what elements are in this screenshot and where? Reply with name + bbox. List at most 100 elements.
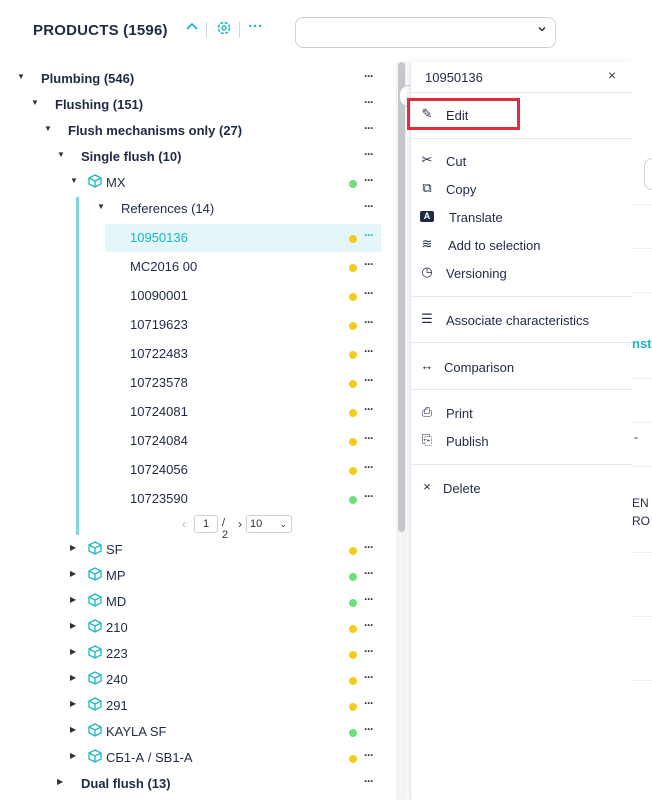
reference-item[interactable]: 10724084 ···	[0, 428, 395, 454]
more-icon[interactable]: ···	[364, 121, 374, 135]
tree-node-flushing[interactable]: ▼ Flushing (151) ···	[0, 92, 395, 118]
caret-down-icon[interactable]: ▼	[57, 150, 65, 159]
tree-node-dual-flush[interactable]: ▶ Dual flush (13) ···	[0, 771, 395, 797]
more-icon[interactable]: ···	[364, 315, 374, 329]
more-icon[interactable]: ···	[364, 173, 374, 187]
reference-item[interactable]: MC2016 00 ···	[0, 254, 395, 280]
caret-down-icon[interactable]: ▼	[17, 72, 25, 81]
partial-text: RO	[632, 514, 650, 528]
more-icon[interactable]: ···	[364, 69, 374, 83]
menu-item-copy[interactable]: ⧉ Copy	[411, 176, 633, 202]
tree-node-model[interactable]: ▶ KAYLA SF ···	[0, 719, 395, 745]
per-page-select[interactable]: 10 ⌄	[246, 515, 292, 533]
more-icon[interactable]: ···	[364, 257, 374, 271]
tree-node-model[interactable]: ▶ 240 ···	[0, 667, 395, 693]
menu-item-associate-characteristics[interactable]: ☰ Associate characteristics	[411, 307, 633, 333]
more-icon[interactable]: ···	[364, 644, 374, 658]
menu-item-cut[interactable]: ✂ Cut	[411, 148, 633, 174]
more-icon[interactable]: ···	[364, 566, 374, 580]
more-icon[interactable]: ···	[364, 618, 374, 632]
cube-icon	[88, 174, 102, 191]
chevron-left-icon[interactable]: ‹	[182, 517, 186, 531]
menu-item-comparison[interactable]: ↔ Comparison	[411, 354, 633, 380]
gear-icon[interactable]	[216, 20, 232, 42]
divider	[632, 680, 652, 681]
more-icon[interactable]: ···	[364, 592, 374, 606]
reference-item[interactable]: 10090001 ···	[0, 283, 395, 309]
caret-down-icon[interactable]: ▼	[31, 98, 39, 107]
more-icon[interactable]: ···	[364, 402, 374, 416]
more-icon[interactable]: ···	[364, 460, 374, 474]
tree-node-model[interactable]: ▶ СБ1-А / SB1-A ···	[0, 745, 395, 771]
more-icon[interactable]: ···	[364, 431, 374, 445]
tree-node-plumbing[interactable]: ▼ Plumbing (546) ···	[0, 66, 395, 92]
tree-node-model[interactable]: ▶ MP ···	[0, 563, 395, 589]
more-icon[interactable]: ···	[364, 147, 374, 161]
more-icon[interactable]: ···	[364, 670, 374, 684]
reference-item[interactable]: 10950136 ···	[0, 224, 395, 252]
menu-item-publish[interactable]: ⎘ Publish	[411, 428, 633, 454]
caret-right-icon[interactable]: ▶	[57, 777, 63, 786]
more-icon[interactable]: ···	[364, 373, 374, 387]
copy-icon: ⧉	[422, 180, 432, 195]
menu-item-translate[interactable]: A Translate	[411, 204, 633, 230]
tree-node-flush-mechanisms[interactable]: ▼ Flush mechanisms only (27) ···	[0, 118, 395, 144]
reference-item[interactable]: 10724056 ···	[0, 457, 395, 483]
caret-right-icon[interactable]: ▶	[70, 725, 76, 734]
tree-node-references[interactable]: ▼ References (14) ···	[0, 196, 395, 222]
reference-label: 10950136	[130, 230, 188, 245]
caret-down-icon[interactable]: ▼	[70, 176, 78, 185]
more-icon[interactable]: ···	[364, 748, 374, 762]
caret-right-icon[interactable]: ▶	[70, 595, 76, 604]
tree-node-model[interactable]: ▶ 223 ···	[0, 641, 395, 667]
more-icon[interactable]: ···	[364, 344, 374, 358]
tree-node-model[interactable]: ▶ SF ···	[0, 537, 395, 563]
more-icon[interactable]: ···	[364, 540, 374, 554]
more-icon[interactable]: ···	[364, 774, 374, 788]
layers-icon: ≋	[421, 236, 433, 251]
tree-node-single-flush[interactable]: ▼ Single flush (10) ···	[0, 144, 395, 170]
divider	[411, 296, 633, 297]
tree-node-model[interactable]: ▶ 291 ···	[0, 693, 395, 719]
ellipsis-icon[interactable]: ···	[248, 17, 263, 37]
caret-right-icon[interactable]: ▶	[70, 569, 76, 578]
more-icon[interactable]: ···	[364, 722, 374, 736]
reference-item[interactable]: 10724081 ···	[0, 399, 395, 425]
status-dot	[349, 625, 357, 633]
page-input[interactable]: 1	[194, 515, 218, 533]
tree-scrollbar-thumb[interactable]	[398, 62, 405, 532]
more-icon[interactable]: ···	[364, 95, 374, 109]
tree-node-model[interactable]: ▶ MD ···	[0, 589, 395, 615]
chevron-right-icon[interactable]: ›	[238, 517, 242, 531]
reference-item[interactable]: 10722483 ···	[0, 341, 395, 367]
more-icon[interactable]: ···	[364, 489, 374, 503]
reference-label: 10724081	[130, 404, 188, 419]
caret-right-icon[interactable]: ▶	[70, 673, 76, 682]
menu-item-add-to-selection[interactable]: ≋ Add to selection	[411, 232, 633, 258]
chevron-up-icon[interactable]	[185, 20, 199, 40]
menu-item-delete[interactable]: × Delete	[411, 475, 633, 501]
caret-down-icon[interactable]: ▼	[44, 124, 52, 133]
menu-item-versioning[interactable]: ◷ Versioning	[411, 260, 633, 286]
tree-node-model[interactable]: ▶ 210 ···	[0, 615, 395, 641]
close-icon[interactable]: ×	[608, 67, 616, 83]
tree-node-mx[interactable]: ▼ MX ···	[0, 170, 395, 196]
reference-item[interactable]: 10723590 ···	[0, 486, 395, 512]
menu-item-print[interactable]: ⎙ Print	[411, 400, 633, 426]
partial-input[interactable]	[644, 158, 652, 190]
caret-right-icon[interactable]: ▶	[70, 621, 76, 630]
more-icon[interactable]: ···	[364, 286, 374, 300]
more-icon[interactable]: ···	[364, 199, 374, 213]
reference-item[interactable]: 10719623 ···	[0, 312, 395, 338]
caret-right-icon[interactable]: ▶	[70, 543, 76, 552]
caret-right-icon[interactable]: ▶	[70, 647, 76, 656]
more-icon[interactable]: ···	[364, 228, 374, 242]
more-icon[interactable]: ···	[364, 696, 374, 710]
caret-down-icon[interactable]: ▼	[97, 202, 105, 211]
caret-right-icon[interactable]: ▶	[70, 699, 76, 708]
reference-item[interactable]: 10723578 ···	[0, 370, 395, 396]
menu-item-label: Copy	[446, 182, 477, 197]
caret-right-icon[interactable]: ▶	[70, 751, 76, 760]
status-dot	[349, 677, 357, 685]
filter-select[interactable]	[295, 17, 556, 48]
